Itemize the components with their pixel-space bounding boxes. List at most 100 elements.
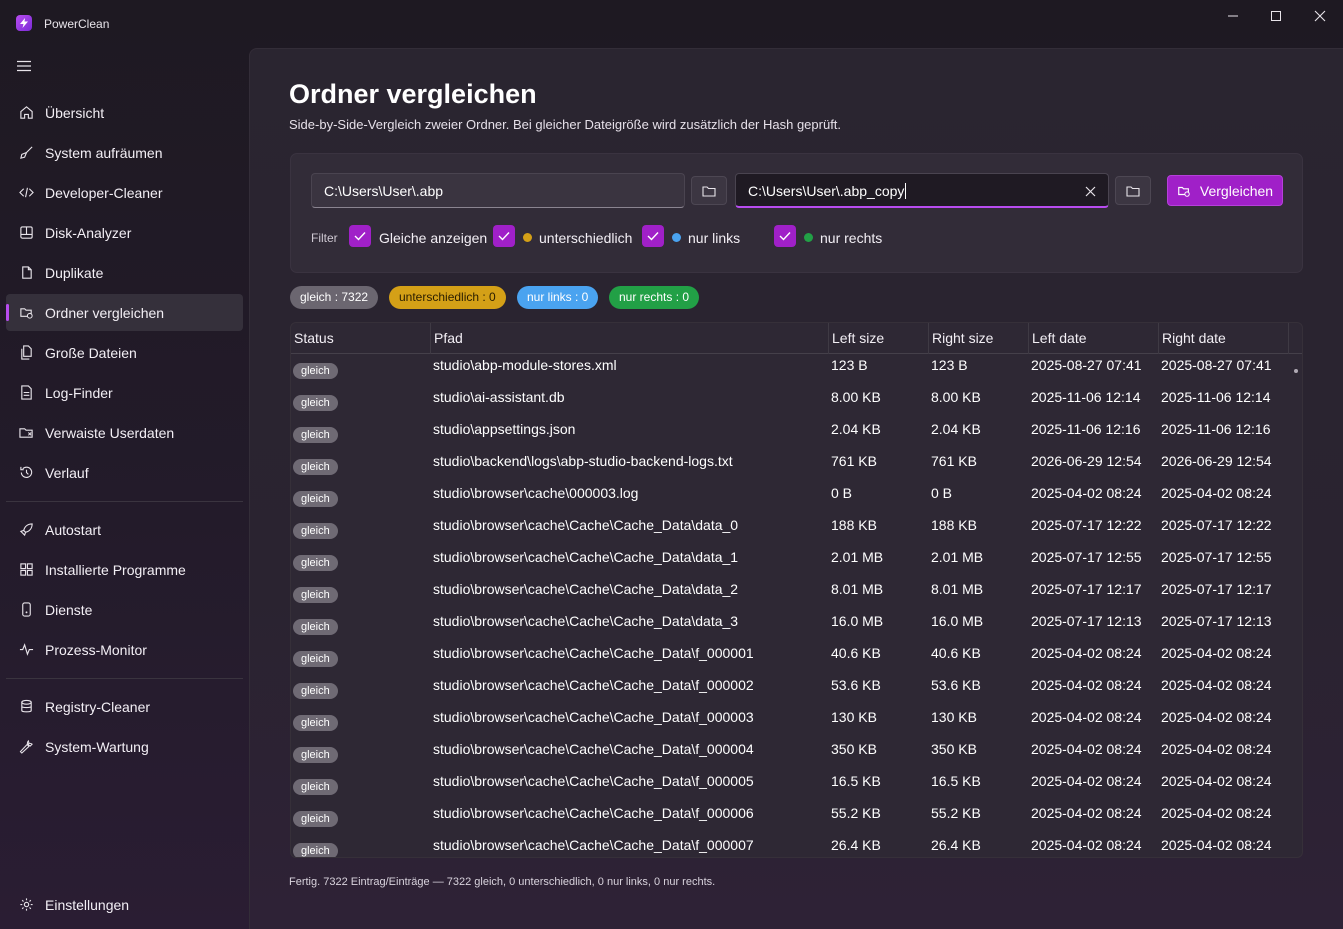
sidebar-item-label: Disk-Analyzer xyxy=(45,225,132,241)
sidebar-item-uebersicht[interactable]: Übersicht xyxy=(6,94,243,131)
left-date-cell: 2025-04-02 08:24 xyxy=(1031,485,1142,501)
left-date-cell: 2025-11-06 12:16 xyxy=(1031,421,1141,437)
sidebar-item-label: System aufräumen xyxy=(45,145,163,161)
status-badge: gleich xyxy=(293,395,338,411)
grid-icon xyxy=(18,561,34,577)
right-date-cell: 2025-07-17 12:22 xyxy=(1161,517,1272,533)
table-row[interactable]: gleich studio\browser\cache\Cache\Cache_D… xyxy=(291,674,1291,706)
sidebar-item-label: Übersicht xyxy=(45,105,105,121)
hamburger-menu-button[interactable] xyxy=(14,58,34,74)
table-row[interactable]: gleich studio\ai-assistant.db 8.00 KB 8.00 … xyxy=(291,386,1291,418)
sidebar-item-registry-cleaner[interactable]: Registry-Cleaner xyxy=(6,688,243,725)
table-row[interactable]: gleich studio\browser\cache\Cache\Cache_D… xyxy=(291,706,1291,738)
left-size-cell: 761 KB xyxy=(831,453,877,469)
table-row[interactable]: gleich studio\appsettings.json 2.04 KB 2.04… xyxy=(291,418,1291,450)
page-title: Ordner vergleichen xyxy=(289,79,537,109)
wrench-icon xyxy=(18,738,34,754)
right-date-cell: 2025-04-02 08:24 xyxy=(1161,773,1272,789)
right-size-cell: 8.01 MB xyxy=(931,581,984,597)
right-size-cell: 0 B xyxy=(931,485,953,501)
compare-button[interactable]: Vergleichen xyxy=(1167,175,1283,206)
table-row[interactable]: gleich studio\browser\cache\Cache\Cache_D… xyxy=(291,834,1291,857)
sidebar-item-autostart[interactable]: Autostart xyxy=(6,511,243,548)
sidebar-item-log-finder[interactable]: Log-Finder xyxy=(6,374,243,411)
sidebar-item-verwaiste-userdaten[interactable]: Verwaiste Userdaten xyxy=(6,414,243,451)
scrollbar-indicator[interactable] xyxy=(1294,369,1298,373)
filter-nur-rechts-checkbox[interactable] xyxy=(774,225,796,247)
left-size-cell: 0 B xyxy=(831,485,853,501)
table-row[interactable]: gleich studio\browser\cache\Cache\Cache_D… xyxy=(291,514,1291,546)
left-size-cell: 2.04 KB xyxy=(831,421,881,437)
right-date-cell: 2025-04-02 08:24 xyxy=(1161,741,1272,757)
sidebar-item-dienste[interactable]: Dienste xyxy=(6,591,243,628)
sidebar-item-installierte-programme[interactable]: Installierte Programme xyxy=(6,551,243,588)
table-row[interactable]: gleich studio\browser\cache\Cache\Cache_D… xyxy=(291,770,1291,802)
table-row[interactable]: gleich studio\browser\cache\Cache\Cache_D… xyxy=(291,610,1291,642)
checkmark-icon xyxy=(354,232,366,241)
filter-label: Filter xyxy=(311,231,338,245)
sidebar-item-system-wartung[interactable]: System-Wartung xyxy=(6,728,243,765)
column-header-status[interactable]: Status xyxy=(291,323,431,354)
table-row[interactable]: gleich studio\browser\cache\000003.log 0 B… xyxy=(291,482,1291,514)
sidebar-item-developer-cleaner[interactable]: Developer-Cleaner xyxy=(6,174,243,211)
table-row[interactable]: gleich studio\abp-module-stores.xml 123 B 1… xyxy=(291,354,1291,386)
right-size-cell: 40.6 KB xyxy=(931,645,981,661)
status-badge: gleich xyxy=(293,779,338,795)
path-cell: studio\browser\cache\Cache\Cache_Data\f_… xyxy=(433,709,754,725)
status-badge: gleich xyxy=(293,811,338,827)
left-date-cell: 2025-04-02 08:24 xyxy=(1031,837,1142,853)
close-window-button[interactable] xyxy=(1300,6,1340,26)
table-row[interactable]: gleich studio\backend\logs\abp-studio-bac… xyxy=(291,450,1291,482)
sidebar-item-grosse-dateien[interactable]: Große Dateien xyxy=(6,334,243,371)
column-header-right-size[interactable]: Right size xyxy=(929,323,1029,354)
table-row[interactable]: gleich studio\browser\cache\Cache\Cache_D… xyxy=(291,546,1291,578)
right-date-cell: 2025-11-06 12:14 xyxy=(1161,389,1271,405)
left-date-cell: 2025-04-02 08:24 xyxy=(1031,645,1142,661)
status-badge: gleich xyxy=(293,491,338,507)
left-size-cell: 123 B xyxy=(831,357,868,373)
left-folder-input[interactable]: C:\Users\User\.abp xyxy=(311,173,685,208)
right-size-cell: 16.0 MB xyxy=(931,613,984,629)
column-header-left-size[interactable]: Left size xyxy=(829,323,929,354)
status-badge: gleich xyxy=(293,523,338,539)
sidebar-item-ordner-vergleichen[interactable]: Ordner vergleichen xyxy=(6,294,243,331)
maximize-button[interactable] xyxy=(1256,6,1296,26)
column-header-right-date[interactable]: Right date xyxy=(1159,323,1289,354)
path-cell: studio\browser\cache\Cache\Cache_Data\da… xyxy=(433,581,739,597)
filter-gleiche-checkbox[interactable] xyxy=(349,225,371,247)
sidebar-item-verlauf[interactable]: Verlauf xyxy=(6,454,243,491)
browse-right-folder-button[interactable] xyxy=(1115,176,1151,205)
sidebar-item-einstellungen[interactable]: Einstellungen xyxy=(6,886,243,923)
close-icon xyxy=(1085,186,1095,196)
filter-unterschiedlich-checkbox[interactable] xyxy=(493,225,515,247)
left-size-cell: 53.6 KB xyxy=(831,677,881,693)
right-date-cell: 2025-04-02 08:24 xyxy=(1161,805,1272,821)
sidebar-item-prozess-monitor[interactable]: Prozess-Monitor xyxy=(6,631,243,668)
table-row[interactable]: gleich studio\browser\cache\Cache\Cache_D… xyxy=(291,578,1291,610)
minimize-button[interactable] xyxy=(1213,6,1253,26)
filter-gleiche-label: Gleiche anzeigen xyxy=(379,230,488,246)
table-row[interactable]: gleich studio\browser\cache\Cache\Cache_D… xyxy=(291,802,1291,834)
pulse-icon xyxy=(18,641,34,657)
right-size-cell: 188 KB xyxy=(931,517,977,533)
sidebar-item-duplikate[interactable]: Duplikate xyxy=(6,254,243,291)
filter-nur-links-checkbox[interactable] xyxy=(642,225,664,247)
table-row[interactable]: gleich studio\browser\cache\Cache\Cache_D… xyxy=(291,738,1291,770)
table-row[interactable]: gleich studio\browser\cache\Cache\Cache_D… xyxy=(291,642,1291,674)
left-size-cell: 26.4 KB xyxy=(831,837,881,853)
sidebar-item-system-aufraeumen[interactable]: System aufräumen xyxy=(6,134,243,171)
status-badge: gleich xyxy=(293,843,338,857)
text-caret xyxy=(905,183,907,199)
table-header: Status Pfad Left size Right size Left da… xyxy=(291,323,1302,354)
browse-left-folder-button[interactable] xyxy=(691,176,727,205)
column-header-left-date[interactable]: Left date xyxy=(1029,323,1159,354)
right-folder-input[interactable]: C:\Users\User\.abp_copy xyxy=(735,173,1109,208)
rocket-icon xyxy=(18,521,34,537)
unterschiedlich-count-badge: unterschiedlich : 0 xyxy=(389,286,506,309)
path-cell: studio\browser\cache\Cache\Cache_Data\f_… xyxy=(433,805,754,821)
right-size-cell: 53.6 KB xyxy=(931,677,981,693)
column-header-pfad[interactable]: Pfad xyxy=(431,323,829,354)
path-cell: studio\browser\cache\Cache\Cache_Data\f_… xyxy=(433,837,754,853)
sidebar-item-disk-analyzer[interactable]: Disk-Analyzer xyxy=(6,214,243,251)
clear-input-button[interactable] xyxy=(1081,182,1099,200)
